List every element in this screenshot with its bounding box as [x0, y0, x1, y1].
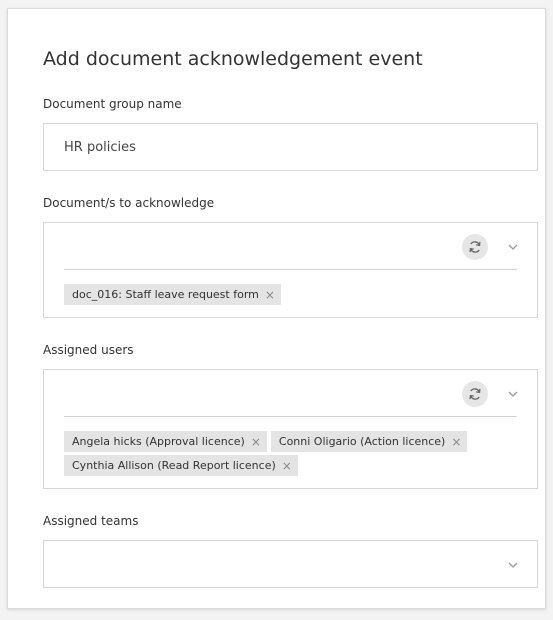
close-icon[interactable]: × [282, 460, 292, 472]
close-icon[interactable]: × [451, 436, 461, 448]
document-group-label: Document group name [43, 97, 182, 111]
documents-dropdown-toggle[interactable] [507, 241, 519, 253]
assigned-teams-label: Assigned teams [43, 514, 139, 528]
chip-label: Angela hicks (Approval licence) [72, 435, 245, 448]
documents-label: Document/s to acknowledge [43, 196, 215, 210]
assigned-teams-select[interactable] [43, 540, 538, 588]
dialog-title: Add document acknowledgement event [43, 48, 423, 70]
assigned-users-dropdown-toggle[interactable] [507, 388, 519, 400]
refresh-icon [469, 388, 481, 400]
assigned-users-refresh-button[interactable] [462, 381, 488, 407]
close-icon[interactable]: × [251, 436, 261, 448]
document-group-field-box [43, 123, 538, 171]
documents-divider [64, 269, 517, 270]
add-event-dialog: Add document acknowledgement event Docum… [7, 8, 546, 609]
assigned-users-divider [64, 416, 517, 417]
refresh-icon [469, 241, 481, 253]
selected-document-chip: doc_016: Staff leave request form × [64, 284, 281, 305]
close-icon[interactable]: × [265, 289, 275, 301]
assigned-users-label: Assigned users [43, 343, 134, 357]
document-group-input[interactable] [44, 124, 537, 170]
selected-user-chip: Angela hicks (Approval licence) × [64, 431, 267, 452]
chip-label: Cynthia Allison (Read Report licence) [72, 459, 276, 472]
assigned-teams-dropdown-toggle[interactable] [507, 559, 519, 571]
documents-search-input[interactable] [64, 231, 460, 263]
chevron-down-icon [508, 391, 518, 397]
assigned-users-selected-list: Angela hicks (Approval licence) × Conni … [64, 431, 524, 476]
chip-label: Conni Oligario (Action licence) [278, 435, 446, 448]
selected-user-chip: Cynthia Allison (Read Report licence) × [64, 455, 298, 476]
documents-selected-list: doc_016: Staff leave request form × [64, 284, 524, 305]
chevron-down-icon [508, 244, 518, 250]
selected-user-chip: Conni Oligario (Action licence) × [270, 431, 468, 452]
documents-select: doc_016: Staff leave request form × [43, 222, 538, 318]
chip-label: doc_016: Staff leave request form [72, 288, 259, 301]
chevron-down-icon [508, 562, 518, 568]
assigned-users-select: Angela hicks (Approval licence) × Conni … [43, 369, 538, 489]
assigned-users-search-input[interactable] [64, 378, 460, 410]
documents-refresh-button[interactable] [462, 234, 488, 260]
